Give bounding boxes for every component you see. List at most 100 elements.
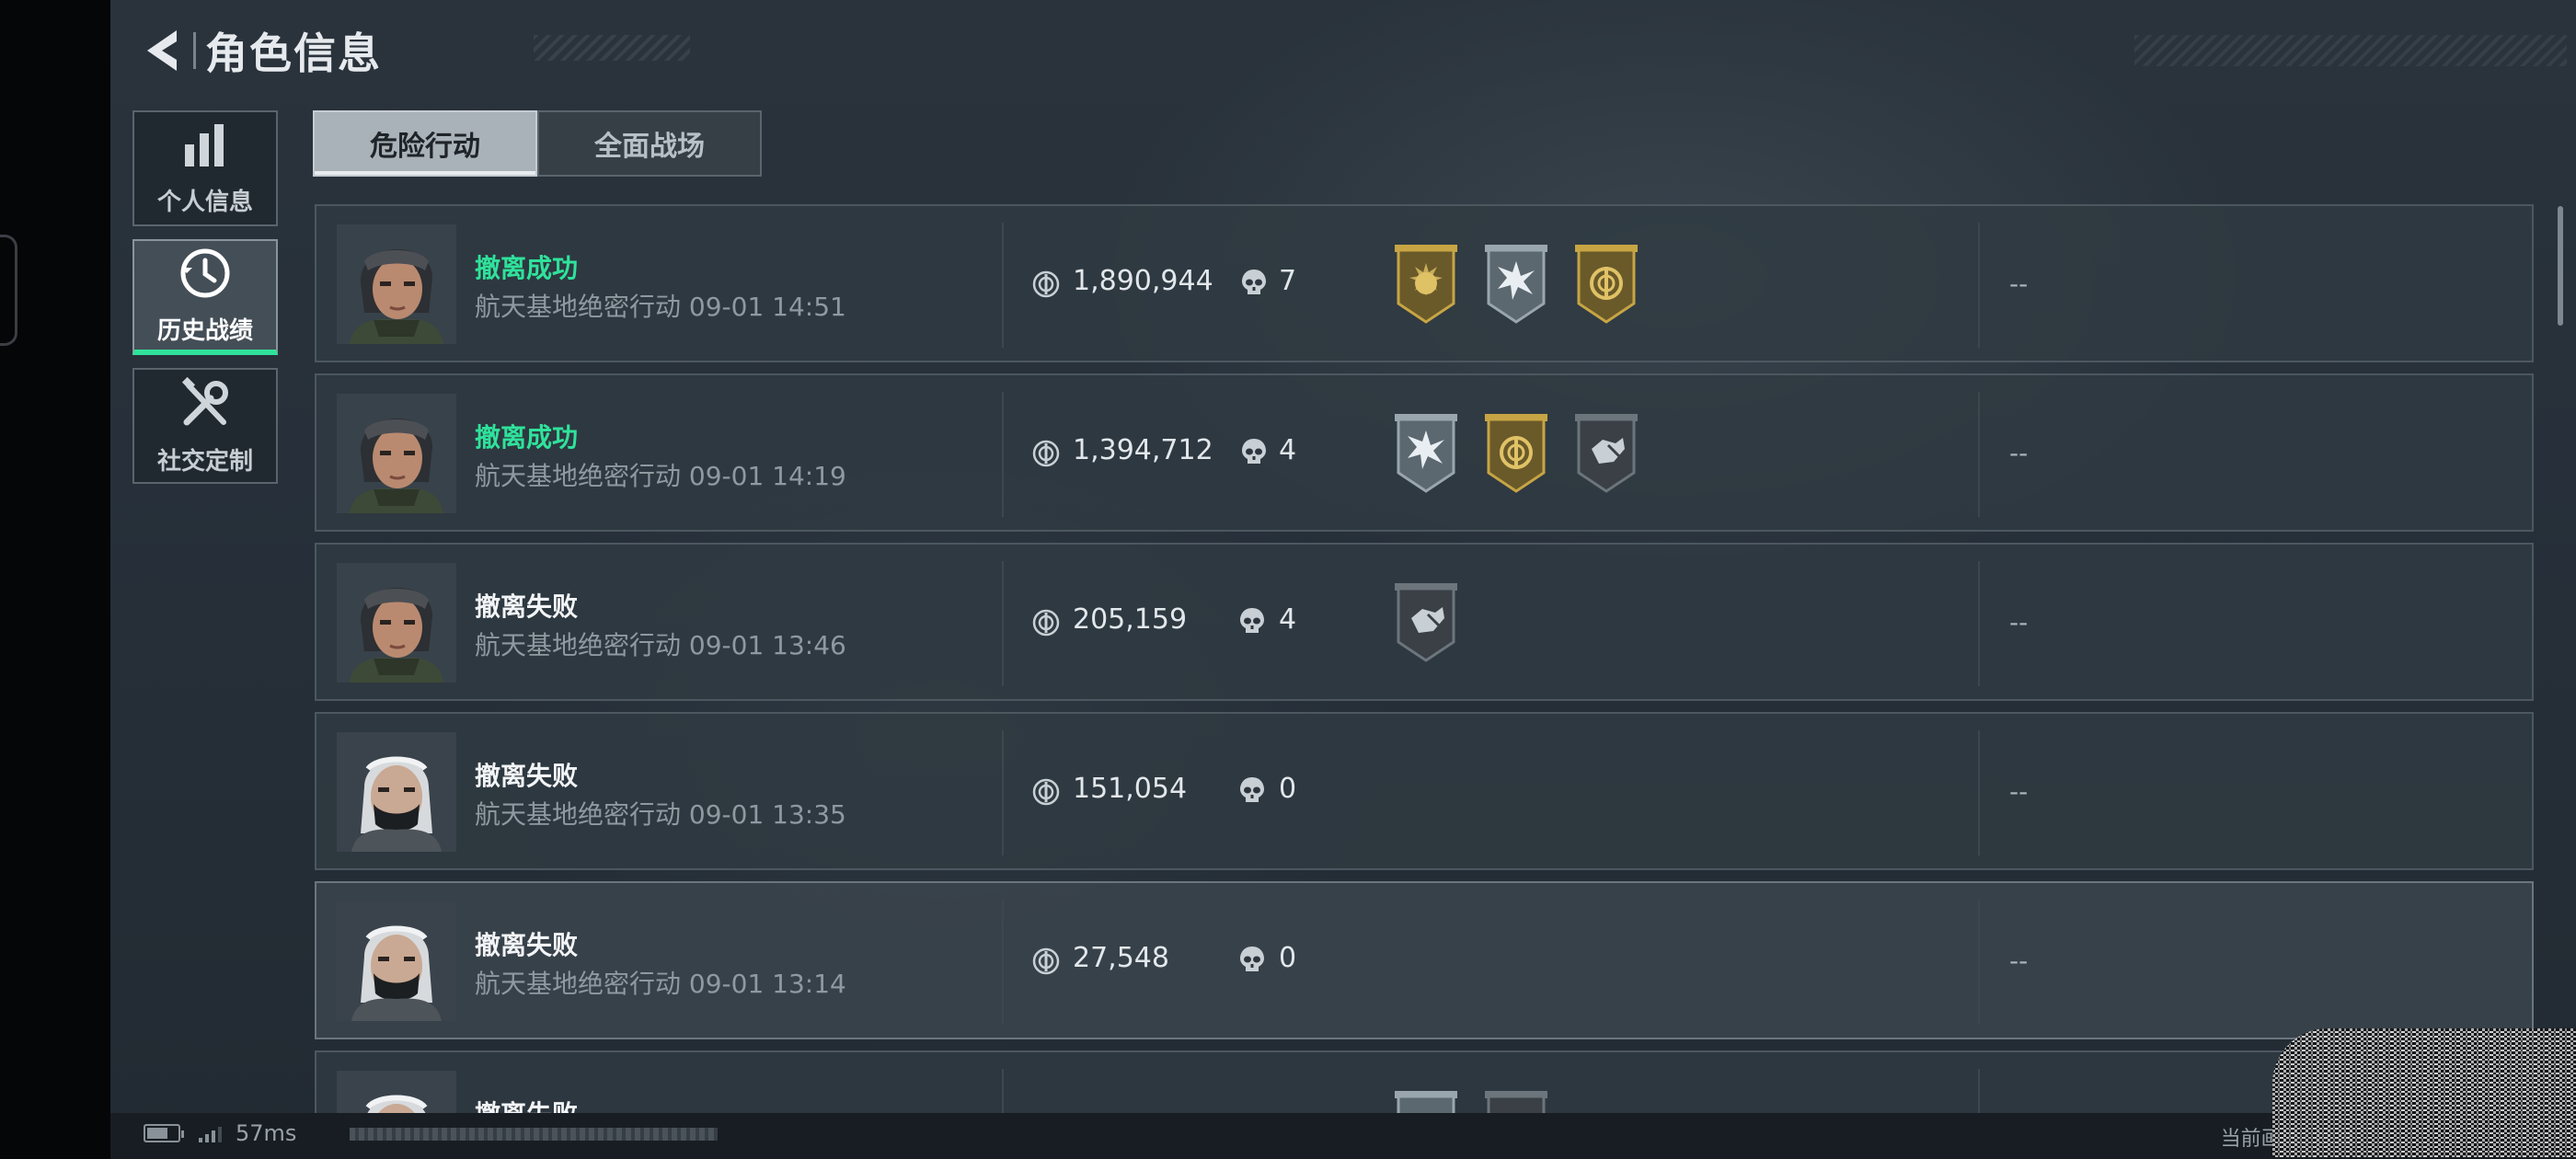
ping-label: 57ms [236,1120,297,1146]
status-footer: 57ms 当前画质: 标准 [110,1113,2576,1159]
currency-coin-icon [1032,947,1060,979]
history-clock-icon [178,246,233,304]
operator-avatar [337,901,456,1021]
kill-count: 7 [1279,265,1297,297]
match-record-row[interactable]: 撤离失败航天基地绝密行动 09-01 13:46 205,159 4 -- [315,543,2534,701]
tab-0[interactable]: 危险行动 [313,110,537,177]
achievement-badges [1391,412,1641,499]
column-divider [1978,730,1980,855]
player-uid-obscured [350,1128,718,1141]
match-detail: 航天基地绝密行动 09-01 14:51 [475,292,846,322]
dark-badge-icon[interactable] [1481,1089,1551,1113]
nav-item-label: 历史战绩 [156,316,253,345]
side-nav: 个人信息历史战绩社交定制 [132,110,282,497]
signal-icon [199,1126,222,1142]
column-divider [1002,561,1004,686]
operator-avatar [337,394,456,513]
column-divider [1002,1069,1004,1113]
gold-sun-badge-icon[interactable] [1391,243,1461,329]
nav-item-label: 社交定制 [156,447,253,476]
tab-1[interactable]: 全面战场 [537,110,762,177]
match-record-row[interactable]: 撤离失败航天基地绝密行动 09-01 13:14 27,548 0 -- [315,881,2534,1039]
header-decoration [534,35,690,61]
currency-coin-icon [1032,270,1060,302]
extraction-status: 撤离成功 [475,422,579,453]
extra-stat: -- [2009,269,2029,299]
match-detail: 航天基地绝密行动 09-01 13:14 [475,969,846,999]
kill-count: 4 [1279,603,1297,636]
extracted-value: 1,890,944 [1073,265,1213,297]
kill-count: 0 [1279,942,1297,974]
watermark-noise [2272,1028,2576,1157]
match-record-row[interactable]: 撤离失败 [315,1050,2534,1113]
page-header: 角色信息 [136,18,382,83]
nav-item-label: 个人信息 [156,188,253,216]
silver-burst-badge-icon[interactable] [1481,243,1551,329]
column-divider [1978,223,1980,348]
currency-coin-icon [1032,440,1060,471]
extraction-status: 撤离成功 [475,253,579,283]
extracted-value: 1,394,712 [1073,434,1213,466]
extraction-status: 撤离失败 [475,591,579,622]
nav-item-1[interactable]: 历史战绩 [132,239,278,355]
extraction-status: 撤离失败 [475,761,579,791]
extracted-value: 205,159 [1073,603,1188,636]
achievement-badges [1391,1089,1551,1113]
nav-item-2[interactable]: 社交定制 [132,368,278,484]
silver-burst-badge-icon[interactable] [1391,412,1461,499]
skull-kills-icon [1238,267,1270,302]
extracted-value: 27,548 [1073,942,1169,974]
battery-icon [144,1124,184,1142]
dark-hand-badge-icon[interactable] [1571,412,1641,499]
kill-count: 4 [1279,434,1297,466]
skull-kills-icon [1236,775,1268,809]
device-bezel [0,0,110,1159]
extra-stat: -- [2009,438,2029,468]
operator-avatar [337,224,456,344]
match-record-row[interactable]: 撤离成功航天基地绝密行动 09-01 14:51 1,890,944 7 -- [315,204,2534,362]
column-divider [1002,392,1004,517]
extraction-status: 撤离失败 [475,930,579,960]
gold-coin-badge-icon[interactable] [1571,243,1641,329]
back-arrow-icon [147,30,177,71]
nav-item-0[interactable]: 个人信息 [132,110,278,226]
extra-stat: -- [2009,946,2029,976]
gold-coin-badge-icon[interactable] [1481,412,1551,499]
currency-coin-icon [1032,609,1060,640]
column-divider [1002,730,1004,855]
match-record-row[interactable]: 撤离成功 航天基地绝密行动 09-01 14:19 1,394,712 4 -- [315,373,2534,532]
skull-kills-icon [1236,605,1268,640]
achievement-badges [1391,581,1461,668]
page-title: 角色信息 [205,29,382,78]
extracted-value: 151,054 [1073,773,1188,805]
game-screen: 角色信息 个人信息 历史战绩 社交定制 危险行动 全面战场 撤离成功 航天基地绝密行动 … [110,0,2576,1159]
silver-badge-icon[interactable] [1391,1089,1461,1113]
extra-stat: -- [2009,776,2029,807]
currency-coin-icon [1032,778,1060,809]
mode-tabs: 危险行动 全面战场 [313,110,762,177]
bezel-button [0,235,17,346]
operator-avatar [337,732,456,852]
operator-avatar [337,1071,456,1113]
skull-kills-icon [1236,944,1268,979]
match-detail: 航天基地绝密行动 09-01 13:35 [475,799,846,830]
skull-kills-icon [1238,436,1270,471]
back-button[interactable] [136,18,188,83]
bar-chart-icon [179,120,231,176]
match-record-row[interactable]: 撤离失败航天基地绝密行动 09-01 13:35 151,054 0 -- [315,712,2534,870]
extra-stat: -- [2009,607,2029,637]
header-decoration-right [2134,35,2567,66]
match-history-list[interactable]: 撤离成功 航天基地绝密行动 09-01 14:51 1,890,944 7 -- 撤离成功… [315,204,2576,1113]
column-divider [1002,900,1004,1025]
achievement-badges [1391,243,1641,329]
operator-avatar [337,563,456,683]
column-divider [1978,1069,1980,1113]
match-detail: 航天基地绝密行动 09-01 13:46 [475,630,846,660]
dark-hand-badge-icon[interactable] [1391,581,1461,668]
column-divider [1002,223,1004,348]
column-divider [1978,561,1980,686]
column-divider [1978,900,1980,1025]
column-divider [1978,392,1980,517]
list-scrollbar[interactable] [2558,206,2563,326]
kill-count: 0 [1279,773,1297,805]
